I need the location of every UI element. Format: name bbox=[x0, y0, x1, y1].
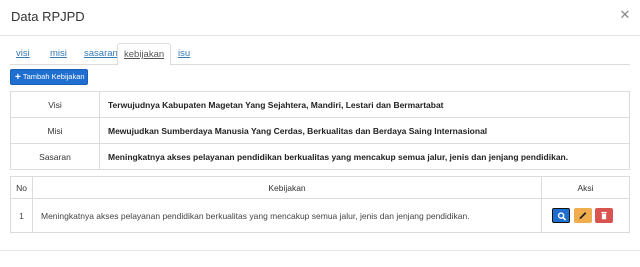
info-value: Terwujudnya Kabupaten Magetan Yang Sejah… bbox=[99, 91, 630, 118]
pencil-icon bbox=[579, 212, 587, 220]
modal-title: Data RPJPD bbox=[11, 9, 85, 24]
table-row: 1 Meningkatnya akses pelayanan pendidika… bbox=[10, 198, 630, 233]
info-table: Visi Terwujudnya Kabupaten Magetan Yang … bbox=[10, 91, 630, 170]
tab-visi[interactable]: visi bbox=[10, 43, 36, 65]
column-header-kebijakan: Kebijakan bbox=[32, 176, 542, 199]
close-icon[interactable]: ✕ bbox=[617, 7, 633, 23]
info-row-sasaran: Sasaran Meningkatnya akses pelayanan pen… bbox=[10, 143, 630, 170]
modal-footer-divider bbox=[0, 250, 640, 251]
info-row-visi: Visi Terwujudnya Kabupaten Magetan Yang … bbox=[10, 91, 630, 118]
tab-kebijakan[interactable]: kebijakan bbox=[117, 43, 172, 66]
kebijakan-table: No Kebijakan Aksi 1 Meningkatnya akses p… bbox=[10, 176, 630, 233]
info-label: Sasaran bbox=[10, 143, 100, 170]
tab-isu[interactable]: isu bbox=[172, 43, 196, 65]
search-icon bbox=[557, 212, 567, 221]
column-header-no: No bbox=[10, 176, 33, 199]
info-row-misi: Misi Mewujudkan Sumberdaya Manusia Yang … bbox=[10, 117, 630, 144]
view-button[interactable] bbox=[552, 208, 570, 223]
row-number: 1 bbox=[10, 198, 33, 233]
tab-bar: visi misi sasaran kebijakan isu bbox=[10, 43, 630, 66]
column-header-aksi: Aksi bbox=[541, 176, 630, 199]
tab-misi[interactable]: misi bbox=[44, 43, 73, 65]
table-header-row: No Kebijakan Aksi bbox=[10, 176, 630, 199]
info-label: Misi bbox=[10, 117, 100, 144]
edit-button[interactable] bbox=[574, 208, 592, 223]
row-actions bbox=[541, 198, 630, 233]
info-value: Mewujudkan Sumberdaya Manusia Yang Cerda… bbox=[99, 117, 630, 144]
modal-header: Data RPJPD ✕ bbox=[0, 0, 640, 36]
info-value: Meningkatnya akses pelayanan pendidikan … bbox=[99, 143, 630, 170]
plus-icon: + bbox=[15, 72, 21, 83]
add-kebijakan-label: Tambah Kebijakan bbox=[22, 72, 85, 81]
trash-icon bbox=[601, 211, 607, 220]
delete-button[interactable] bbox=[595, 208, 613, 223]
add-kebijakan-button[interactable]: + Tambah Kebijakan bbox=[10, 69, 88, 85]
info-label: Visi bbox=[10, 91, 100, 118]
row-kebijakan: Meningkatnya akses pelayanan pendidikan … bbox=[32, 198, 542, 233]
